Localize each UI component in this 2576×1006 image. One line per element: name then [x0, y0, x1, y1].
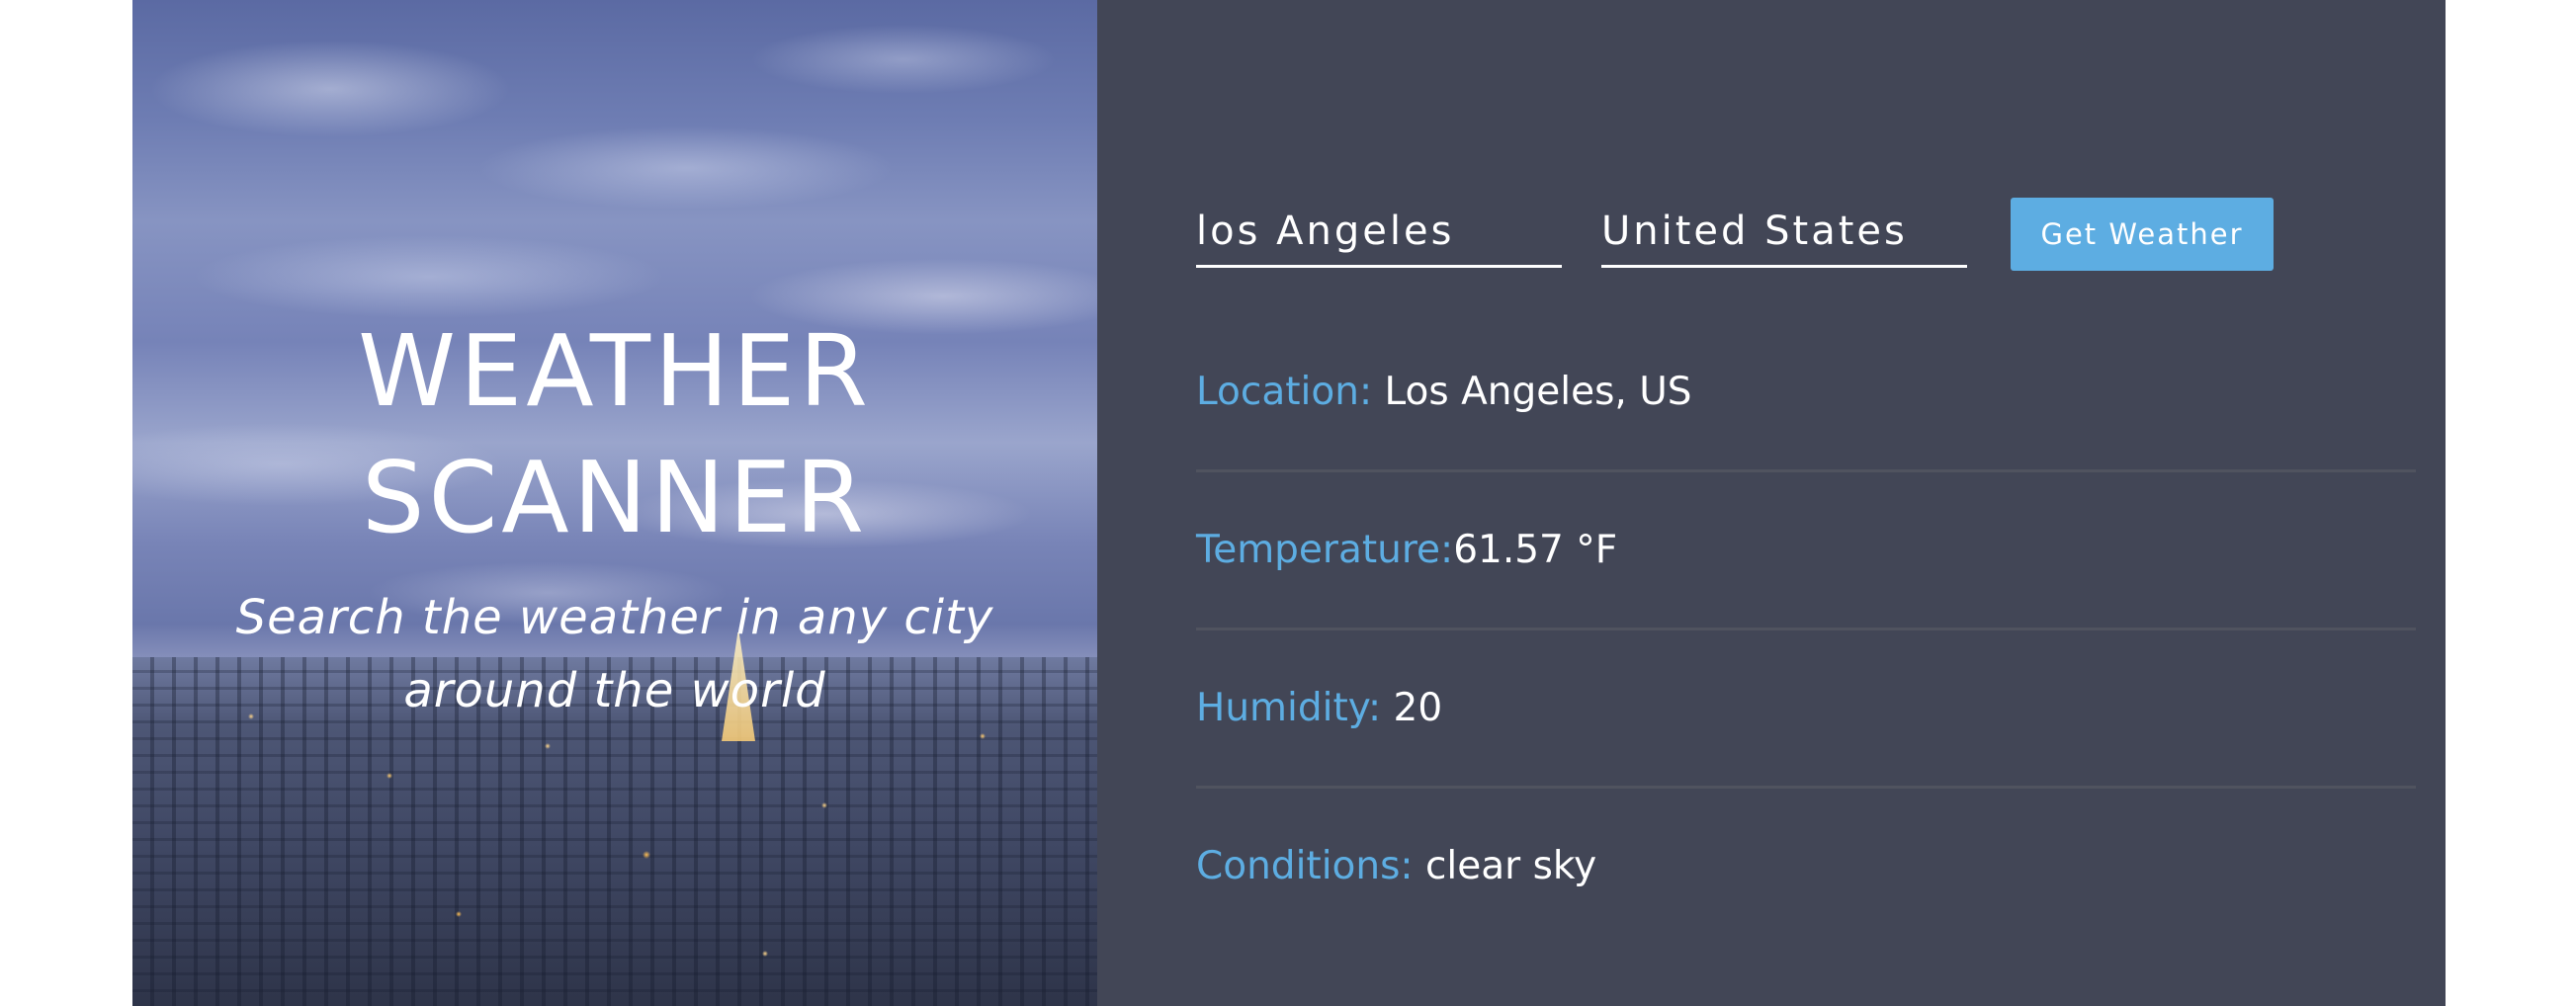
location-row: Location: Los Angeles, US	[1196, 314, 2416, 472]
conditions-value: clear sky	[1413, 844, 1597, 888]
get-weather-button[interactable]: Get Weather	[2011, 198, 2274, 271]
weather-results: Location: Los Angeles, US Temperature: 6…	[1196, 314, 2416, 944]
weather-app: WEATHER SCANNER Search the weather in an…	[132, 0, 2446, 1006]
temperature-label: Temperature:	[1196, 528, 1454, 572]
humidity-label: Humidity:	[1196, 686, 1382, 730]
conditions-row: Conditions: clear sky	[1196, 789, 2416, 944]
country-input[interactable]	[1601, 198, 1967, 268]
app-title-line-1: WEATHER	[358, 313, 872, 429]
app-subtitle: Search the weather in any city around th…	[235, 590, 994, 718]
app-title: WEATHER SCANNER	[132, 308, 1097, 561]
temperature-row: Temperature: 61.57 °F	[1196, 472, 2416, 630]
temperature-value: 61.57 °F	[1453, 528, 1618, 572]
conditions-label: Conditions:	[1196, 844, 1414, 888]
humidity-row: Humidity: 20	[1196, 630, 2416, 789]
weather-panel: Get Weather Location: Los Angeles, US Te…	[1097, 0, 2446, 1006]
location-value: Los Angeles, US	[1372, 370, 1692, 414]
hero-banner: WEATHER SCANNER Search the weather in an…	[132, 0, 1097, 1006]
location-label: Location:	[1196, 370, 1373, 414]
city-input[interactable]	[1196, 198, 1562, 268]
app-title-line-2: SCANNER	[362, 440, 868, 555]
humidity-value: 20	[1381, 686, 1443, 730]
